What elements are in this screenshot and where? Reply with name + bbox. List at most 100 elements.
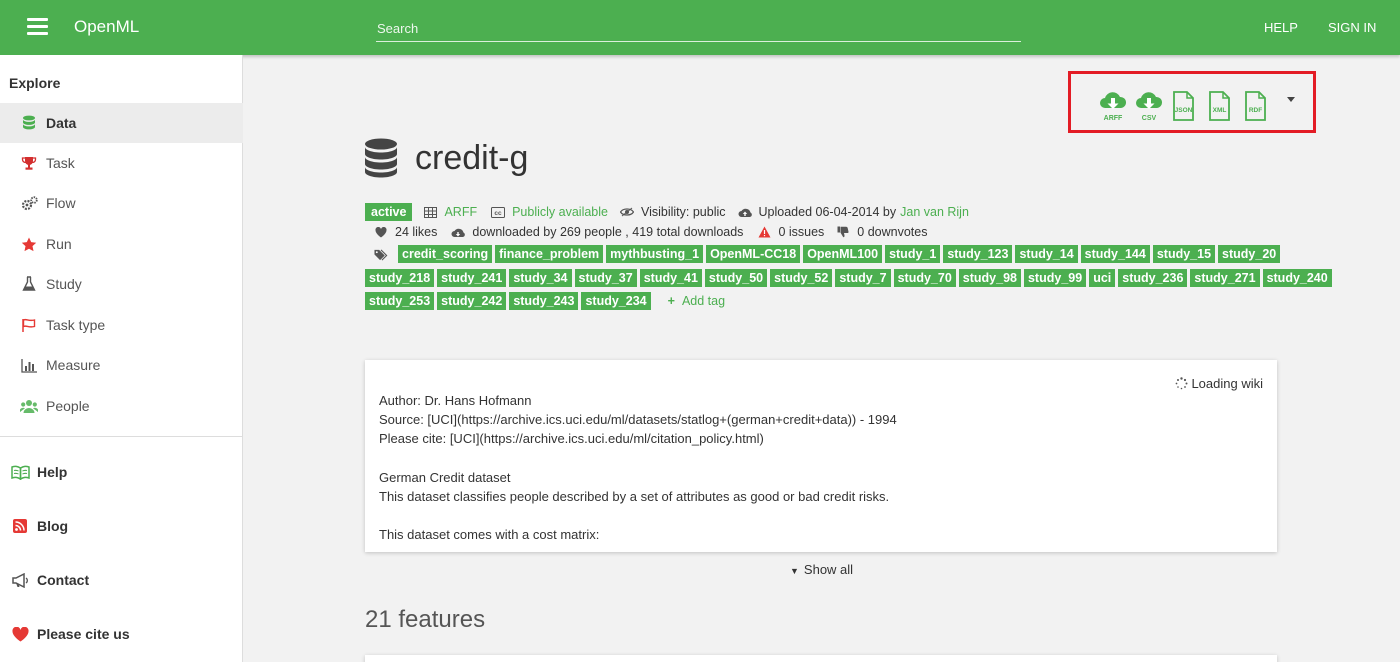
help-link[interactable]: HELP	[1264, 20, 1298, 35]
download-csv-button[interactable]: CSV	[1135, 90, 1163, 122]
tag-chip[interactable]: study_144	[1080, 245, 1150, 263]
tag-chip[interactable]: study_7	[835, 269, 891, 287]
status-badge: active	[365, 203, 413, 221]
sidebar-item-blog[interactable]: Blog	[0, 511, 243, 541]
tag-chip[interactable]: OpenML-CC18	[706, 245, 801, 263]
cogs-icon	[20, 194, 38, 212]
tag-chip[interactable]: mythbusting_1	[606, 245, 704, 263]
uploaded-label: Uploaded 06-04-2014 by	[758, 205, 897, 219]
explore-heading: Explore	[9, 75, 61, 91]
top-app-bar: OpenML HELP SIGN IN	[0, 0, 1400, 55]
sidebar-item-task-type[interactable]: Task type	[0, 305, 243, 345]
tag-chip[interactable]: study_1	[885, 245, 941, 263]
downvotes-count[interactable]: 0 downvotes	[857, 225, 927, 239]
features-card	[365, 655, 1277, 662]
downloads-count: downloaded by 269 people , 419 total dow…	[472, 225, 744, 239]
eye-icon	[619, 206, 634, 219]
megaphone-icon	[10, 571, 30, 589]
thumbs-down-icon	[836, 226, 850, 239]
tag-chip[interactable]: study_240	[1262, 269, 1332, 287]
tag-chip[interactable]: study_271	[1190, 269, 1260, 287]
sidebar-item-flow[interactable]: Flow	[0, 183, 243, 223]
tag-chip[interactable]: study_234	[581, 292, 651, 310]
likes-count: 24 likes	[395, 225, 438, 239]
csv-label: CSV	[1142, 115, 1157, 122]
sidebar-item-label: Contact	[37, 572, 90, 588]
sidebar-item-measure[interactable]: Measure	[0, 345, 243, 385]
tag-chip[interactable]: study_41	[639, 269, 702, 287]
json-label: JSON	[1175, 107, 1193, 114]
tag-chip[interactable]: OpenML100	[803, 245, 883, 263]
wiki-line: Please cite: [UCI](https://archive.ics.u…	[379, 431, 764, 446]
tag-chip[interactable]: study_241	[437, 269, 507, 287]
cloud-download-icon	[451, 226, 466, 239]
star-icon	[20, 235, 38, 253]
menu-icon[interactable]	[27, 18, 48, 36]
warning-icon	[757, 226, 771, 239]
tag-chip[interactable]: study_218	[365, 269, 435, 287]
sidebar-item-run[interactable]: Run	[0, 224, 243, 264]
wiki-line: German Credit dataset	[379, 470, 511, 485]
loading-wiki-indicator: Loading wiki	[1175, 376, 1263, 391]
tags-icon	[374, 248, 388, 261]
tag-chip[interactable]: study_34	[509, 269, 572, 287]
features-heading: 21 features	[365, 606, 486, 633]
brand-logo-text[interactable]: OpenML	[74, 17, 139, 37]
download-arff-button[interactable]: ARFF	[1099, 90, 1127, 122]
tags-row-1: credit_scoring finance_problem mythbusti…	[374, 245, 1284, 263]
arff-label: ARFF	[1104, 115, 1123, 122]
tag-chip[interactable]: study_253	[365, 292, 435, 310]
tag-chip[interactable]: study_99	[1023, 269, 1087, 287]
sidebar-item-label: Please cite us	[37, 626, 130, 642]
tag-chip[interactable]: study_236	[1118, 269, 1188, 287]
caret-down-icon: ▼	[790, 566, 799, 576]
sidebar-item-label: Task	[46, 155, 75, 171]
xml-label: XML	[1213, 107, 1227, 114]
sidebar-divider	[0, 436, 243, 437]
tag-chip[interactable]: study_243	[509, 292, 579, 310]
tag-chip[interactable]: study_98	[958, 269, 1021, 287]
wiki-line: This dataset classifies people described…	[379, 489, 890, 504]
tag-chip[interactable]: study_123	[943, 245, 1013, 263]
tag-chip[interactable]: study_14	[1015, 245, 1078, 263]
download-rdf-button[interactable]: RDF	[1243, 90, 1269, 122]
sidebar-item-task[interactable]: Task	[0, 143, 243, 183]
tag-chip[interactable]: study_15	[1152, 245, 1216, 263]
tag-chip[interactable]: study_52	[770, 269, 833, 287]
heart-icon	[10, 625, 30, 643]
tag-chip[interactable]: uci	[1089, 269, 1116, 287]
show-all-label: Show all	[803, 562, 854, 577]
download-json-button[interactable]: JSON	[1171, 90, 1197, 122]
sidebar-item-cite[interactable]: Please cite us	[0, 619, 243, 649]
more-formats-dropdown[interactable]	[1287, 97, 1295, 102]
flask-icon	[20, 275, 38, 293]
sidebar-item-help[interactable]: Help	[0, 457, 243, 487]
tag-chip[interactable]: study_37	[574, 269, 637, 287]
spinner-icon	[1175, 377, 1188, 390]
tag-chip[interactable]: study_50	[704, 269, 768, 287]
tag-chip[interactable]: credit_scoring	[398, 245, 493, 263]
loading-wiki-text: Loading wiki	[1191, 376, 1263, 391]
tag-chip[interactable]: study_20	[1218, 245, 1281, 263]
show-all-button[interactable]: ▼ Show all	[790, 562, 853, 577]
sidebar-item-label: Help	[37, 464, 68, 480]
sign-in-link[interactable]: SIGN IN	[1328, 20, 1376, 35]
download-xml-button[interactable]: XML	[1207, 90, 1233, 122]
sidebar-item-label: Blog	[37, 518, 69, 534]
sidebar-item-study[interactable]: Study	[0, 264, 243, 304]
add-tag-button[interactable]: + Add tag	[668, 292, 725, 310]
tag-chip[interactable]: study_242	[437, 292, 507, 310]
visibility-label: Visibility: public	[640, 205, 726, 219]
search-input[interactable]	[376, 16, 1021, 42]
license-link[interactable]: Publicly available	[512, 205, 608, 219]
tag-chip[interactable]: study_70	[893, 269, 956, 287]
issues-count[interactable]: 0 issues	[778, 225, 824, 239]
wiki-card: Loading wiki Author: Dr. Hans Hofmann So…	[365, 360, 1277, 552]
format-label: ARFF	[444, 205, 478, 219]
sidebar-item-people[interactable]: People	[0, 386, 243, 426]
sidebar-item-data[interactable]: Data	[0, 103, 243, 143]
wiki-line: This dataset comes with a cost matrix:	[379, 527, 600, 542]
sidebar-item-contact[interactable]: Contact	[0, 565, 243, 595]
tag-chip[interactable]: finance_problem	[495, 245, 604, 263]
uploader-link[interactable]: Jan van Rijn	[900, 205, 969, 219]
